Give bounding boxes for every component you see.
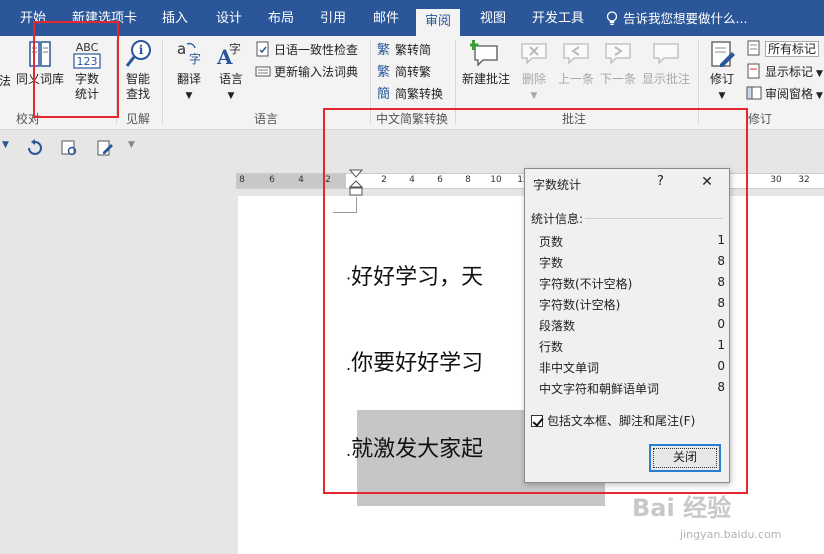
baidu-watermark: Bai 经验	[632, 494, 732, 522]
tab-layout[interactable]: 布局	[268, 0, 294, 36]
dropdown-arrow-icon[interactable]: ▼	[2, 140, 9, 150]
track-changes-button[interactable]: 修订 ▼	[702, 38, 742, 104]
group-separator	[162, 40, 163, 124]
delete-comment-icon	[518, 38, 550, 70]
track-changes-label: 修订	[709, 72, 734, 86]
keyboard-icon	[255, 63, 271, 79]
dropdown-arrow-icon: ▼	[530, 91, 538, 101]
smart-lookup-label-2: 查找	[125, 87, 150, 101]
dropdown-arrow-icon: ▼	[718, 91, 726, 101]
dropdown-arrow-icon: ▼	[227, 91, 235, 101]
reviewing-pane-icon	[746, 85, 762, 101]
translate-label: 翻译	[176, 72, 201, 86]
svg-text:字: 字	[189, 51, 201, 66]
svg-text:字: 字	[229, 41, 241, 56]
ruler-tick: 30	[770, 175, 782, 185]
insights-group-label: 见解	[126, 112, 151, 126]
smart-lookup-button[interactable]: i 智能 查找	[118, 38, 158, 102]
spelling-label: 法	[0, 74, 11, 88]
tell-me-text: 告诉我您想要做什么...	[623, 11, 748, 26]
tab-mailings[interactable]: 邮件	[373, 0, 399, 36]
markup-icon	[746, 40, 762, 56]
update-ime-dictionary-button[interactable]: 更新输入法词典	[255, 62, 358, 82]
ruler-tick: 4	[298, 175, 304, 185]
svg-text:a: a	[177, 40, 186, 58]
reviewing-pane-label: 审阅窗格	[765, 87, 814, 101]
svg-text:繁: 繁	[377, 64, 390, 79]
all-markup-label: 所有标记	[765, 41, 820, 57]
trad-to-simp-label: 繁转简	[395, 43, 432, 57]
redo-icon[interactable]	[26, 139, 44, 157]
ruler-tick: 6	[269, 175, 275, 185]
language-group-label: 语言	[254, 112, 279, 126]
smart-lookup-label-1: 智能	[125, 72, 150, 86]
ruler-tick: 8	[239, 175, 245, 185]
chinese-conversion-button[interactable]: 簡简繁转换	[376, 84, 443, 104]
print-preview-icon[interactable]	[60, 139, 78, 157]
previous-comment-button[interactable]: 上一条	[556, 38, 596, 87]
translate-button[interactable]: a字 翻译 ▼	[170, 38, 208, 104]
spelling-button-partial[interactable]: 法	[0, 74, 12, 89]
show-comments-button[interactable]: 显示批注	[640, 38, 692, 87]
lightbulb-icon	[606, 11, 618, 25]
simp-to-trad-button[interactable]: 繁简转繁	[376, 62, 431, 82]
ruler-tick: 32	[798, 175, 810, 185]
delete-comment-label: 删除	[521, 72, 546, 86]
translate-icon: a字	[173, 38, 205, 70]
trad-to-simp-button[interactable]: 繁繁转简	[376, 40, 431, 60]
show-markup-label: 显示标记	[765, 65, 814, 79]
tab-review[interactable]: 审阅	[416, 9, 461, 36]
chinese-conversion-icon: 簡	[376, 85, 392, 102]
dropdown-arrow-icon: ▼	[816, 91, 823, 101]
delete-comment-button[interactable]: 删除 ▼	[516, 38, 552, 104]
reviewing-pane-button[interactable]: 审阅窗格 ▼	[746, 84, 823, 104]
svg-text:簡: 簡	[377, 87, 390, 101]
show-markup-button[interactable]: 显示标记 ▼	[746, 62, 823, 82]
smart-lookup-icon: i	[123, 38, 153, 70]
tracking-group-label: 修订	[748, 112, 773, 126]
previous-comment-label: 上一条	[557, 72, 594, 86]
ime-update-label: 更新输入法词典	[274, 65, 359, 79]
chinese-conversion-label: 简繁转换	[395, 87, 444, 101]
show-comments-label: 显示批注	[641, 72, 690, 86]
dropdown-arrow-icon: ▼	[816, 69, 823, 79]
next-comment-icon	[602, 38, 634, 70]
language-label: 语言	[218, 72, 243, 86]
watermark-url: jingyan.baidu.com	[680, 528, 782, 541]
annotation-box-dialog	[323, 108, 748, 494]
tab-design[interactable]: 设计	[216, 0, 242, 36]
simp-to-trad-label: 简转繁	[395, 65, 432, 79]
show-markup-icon	[746, 63, 762, 79]
customize-dropdown-icon[interactable]: ▼	[128, 140, 135, 150]
track-changes-icon	[706, 38, 738, 70]
show-comments-icon	[650, 38, 682, 70]
tell-me-box[interactable]: 告诉我您想要做什么...	[606, 0, 747, 36]
ribbon-tab-bar: 开始 新建选项卡 插入 设计 布局 引用 邮件 审阅 视图 开发工具 告诉我您想…	[0, 0, 824, 36]
tab-view[interactable]: 视图	[480, 0, 506, 36]
next-comment-label: 下一条	[599, 72, 636, 86]
trad-to-simp-icon: 繁	[376, 41, 392, 58]
svg-text:繁: 繁	[377, 42, 390, 57]
language-button[interactable]: A字 语言 ▼	[212, 38, 250, 104]
svg-text:i: i	[139, 43, 144, 57]
japanese-consistency-button[interactable]: 日语一致性检查	[255, 40, 358, 60]
tab-developer[interactable]: 开发工具	[532, 0, 584, 36]
tab-insert[interactable]: 插入	[162, 0, 188, 36]
edit-document-icon[interactable]	[96, 139, 114, 157]
new-comment-button[interactable]: 新建批注	[458, 38, 514, 87]
annotation-box-word-count	[33, 21, 119, 118]
tab-references[interactable]: 引用	[320, 0, 346, 36]
previous-comment-icon	[560, 38, 592, 70]
language-icon: A字	[215, 38, 247, 70]
next-comment-button[interactable]: 下一条	[598, 38, 638, 87]
all-markup-dropdown[interactable]: 所有标记	[746, 39, 820, 59]
dropdown-arrow-icon: ▼	[185, 91, 193, 101]
new-comment-label: 新建批注	[461, 72, 510, 86]
simp-to-trad-icon: 繁	[376, 63, 392, 80]
check-document-icon	[255, 41, 271, 57]
jp-check-label: 日语一致性检查	[274, 43, 359, 57]
new-comment-icon	[468, 38, 502, 70]
